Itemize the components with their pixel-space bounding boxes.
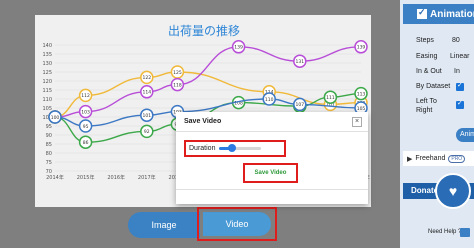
in-out-label: In & Out: [416, 68, 442, 75]
data-label: 107: [296, 102, 305, 108]
chart-title: 出荷量の推移: [168, 24, 240, 38]
donate-button[interactable]: ♥: [435, 173, 471, 209]
right-label: Right: [416, 107, 433, 114]
slider-handle[interactable]: [228, 144, 237, 152]
checkbox-icon[interactable]: [417, 7, 427, 19]
video-toggle-highlight: Video: [197, 207, 277, 241]
data-label: 122: [143, 75, 152, 81]
y-tick-label: 105: [42, 106, 52, 112]
chevron-right-icon: ▶: [407, 155, 413, 163]
left-to-label: Left To: [416, 98, 437, 105]
data-label: 139: [357, 45, 366, 51]
y-tick-label: 80: [46, 151, 52, 157]
data-label: 118: [173, 82, 182, 88]
image-toggle-button[interactable]: Image: [128, 212, 200, 238]
y-tick-label: 90: [46, 133, 52, 139]
steps-label: Steps: [416, 37, 434, 44]
data-label: 112: [81, 93, 90, 99]
freehand-row[interactable]: ▶ Freehand PRO: [403, 151, 474, 166]
y-tick-label: 85: [46, 142, 52, 148]
series-line: [54, 46, 362, 118]
easing-label: Easing: [416, 53, 438, 60]
data-label: 103: [81, 109, 90, 115]
data-label: 110: [265, 97, 274, 103]
data-label: 139: [234, 45, 243, 51]
data-label: 125: [173, 70, 182, 76]
data-label: 100: [51, 115, 60, 121]
left-to-right-checkbox[interactable]: [456, 99, 464, 109]
duration-label: Duration: [189, 145, 216, 152]
freehand-label: Freehand: [415, 155, 446, 162]
by-dataset-label: By Dataset: [416, 83, 451, 90]
animation-header[interactable]: Animation: [403, 4, 474, 24]
duration-slider[interactable]: [219, 144, 262, 152]
y-tick-label: 110: [42, 97, 52, 103]
y-tick-label: 135: [42, 52, 52, 58]
steps-value[interactable]: 80: [452, 37, 460, 44]
data-label: 101: [143, 113, 152, 119]
y-tick-label: 120: [42, 79, 52, 85]
series-line: [54, 71, 362, 118]
x-tick-label: 2014年: [46, 174, 64, 181]
y-tick-label: 125: [42, 70, 52, 76]
y-tick-label: 140: [42, 43, 52, 49]
panel-title: Animation: [430, 8, 474, 20]
x-tick-label: 2017年: [138, 174, 156, 181]
y-tick-label: 95: [46, 124, 52, 130]
animate-button[interactable]: Anim: [456, 128, 474, 142]
heart-icon: ♥: [448, 183, 458, 199]
data-label: 113: [357, 91, 366, 97]
x-tick-label: 2015年: [77, 174, 95, 181]
divider: [176, 189, 368, 190]
data-label: 95: [83, 124, 89, 130]
duration-highlight: Duration: [184, 140, 286, 157]
settings-panel: Animation Steps 80 Easing Linear In & Ou…: [400, 0, 474, 248]
save-video-highlight: Save Video: [243, 163, 298, 183]
save-video-dialog: Save Video × Duration Save Video: [176, 112, 368, 204]
need-help-link[interactable]: Need Help ?: [428, 229, 461, 235]
video-toggle-button[interactable]: Video: [203, 212, 271, 236]
y-tick-label: 115: [42, 88, 52, 94]
in-out-select[interactable]: In: [454, 68, 460, 75]
chat-icon[interactable]: [460, 228, 470, 237]
data-label: 111: [326, 95, 335, 101]
y-tick-label: 130: [42, 61, 52, 67]
data-label: 92: [144, 129, 150, 135]
pro-badge: PRO: [448, 154, 466, 163]
easing-select[interactable]: Linear: [450, 53, 469, 60]
data-label: 131: [296, 59, 305, 65]
data-label: 86: [83, 140, 89, 146]
x-tick-label: 2016年: [107, 174, 125, 181]
divider: [176, 131, 368, 132]
by-dataset-checkbox[interactable]: [456, 81, 464, 91]
dialog-title: Save Video: [184, 118, 222, 125]
close-icon[interactable]: ×: [352, 117, 362, 127]
data-label: 114: [143, 90, 152, 96]
y-tick-label: 75: [46, 160, 52, 166]
data-label: 105: [357, 106, 366, 112]
save-video-button[interactable]: Save Video: [255, 170, 287, 176]
